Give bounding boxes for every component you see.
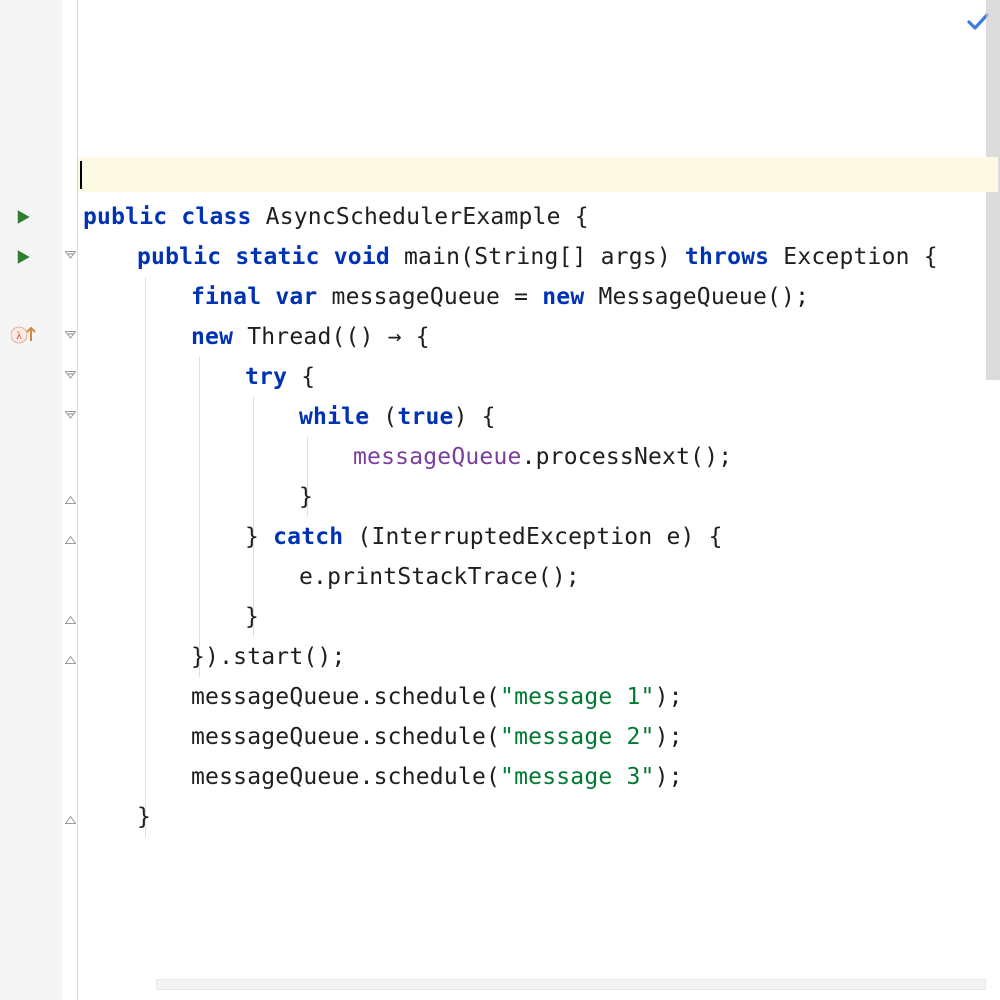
run-gutter-icon[interactable] (14, 248, 32, 270)
code-text: messageQueue.schedule("message 1"); (78, 684, 683, 710)
fold-strip (62, 0, 78, 1000)
code-line[interactable]: final var messageQueue = new MessageQueu… (78, 277, 809, 317)
code-text: try { (78, 364, 315, 390)
code-text: } (78, 604, 259, 630)
lambda-gutter-icon[interactable]: λ (11, 325, 37, 349)
code-text: }).start(); (78, 644, 346, 670)
fold-collapse-icon[interactable] (65, 331, 75, 341)
code-line[interactable]: public class AsyncSchedulerExample { (78, 197, 589, 237)
code-text: messageQueue.processNext(); (78, 444, 732, 470)
current-line[interactable] (78, 157, 998, 192)
code-line[interactable]: public static void main(String[] args) t… (78, 237, 938, 277)
fold-end-icon[interactable] (65, 533, 75, 543)
fold-collapse-icon[interactable] (65, 371, 75, 381)
code-text: new Thread(() → { (78, 324, 430, 350)
code-text: } (78, 804, 151, 830)
code-line[interactable]: } (78, 477, 313, 517)
code-line[interactable]: messageQueue.schedule("message 3"); (78, 757, 683, 797)
fold-end-icon[interactable] (65, 493, 75, 503)
code-text: messageQueue.schedule("message 3"); (78, 764, 683, 790)
fold-collapse-icon[interactable] (65, 411, 75, 421)
code-text: public static void main(String[] args) t… (78, 244, 938, 270)
code-line[interactable]: } (78, 797, 151, 837)
code-line[interactable]: e.printStackTrace(); (78, 557, 580, 597)
code-line[interactable]: } (78, 597, 259, 637)
code-line[interactable]: }).start(); (78, 637, 346, 677)
code-text: } (78, 484, 313, 510)
fold-collapse-icon[interactable] (65, 251, 75, 261)
code-text: while (true) { (78, 404, 496, 430)
code-line[interactable]: while (true) { (78, 397, 496, 437)
code-text: final var messageQueue = new MessageQueu… (78, 284, 809, 310)
svg-text:λ: λ (16, 330, 22, 342)
code-line[interactable]: } catch (InterruptedException e) { (78, 517, 723, 557)
ide-editor-root: λ public class AsyncSchedulerExample {pu… (0, 0, 1000, 1000)
run-gutter-icon[interactable] (14, 208, 32, 230)
fold-end-icon[interactable] (65, 653, 75, 663)
code-editor[interactable]: public class AsyncSchedulerExample { publ… (78, 0, 1000, 1000)
code-text: } catch (InterruptedException e) { (78, 524, 723, 550)
horizontal-scrollbar[interactable] (156, 979, 986, 990)
fold-end-icon[interactable] (65, 613, 75, 623)
fold-end-icon[interactable] (65, 813, 75, 823)
code-text: messageQueue.schedule("message 2"); (78, 724, 683, 750)
code-line[interactable]: try { (78, 357, 315, 397)
code-line[interactable]: messageQueue.schedule("message 1"); (78, 677, 683, 717)
code-line[interactable]: messageQueue.processNext(); (78, 437, 732, 477)
code-text: public class AsyncSchedulerExample { (78, 204, 589, 230)
gutter: λ (0, 0, 62, 1000)
code-line[interactable]: messageQueue.schedule("message 2"); (78, 717, 683, 757)
code-text: e.printStackTrace(); (78, 564, 580, 590)
code-line[interactable]: new Thread(() → { (78, 317, 430, 357)
text-caret (80, 161, 82, 189)
